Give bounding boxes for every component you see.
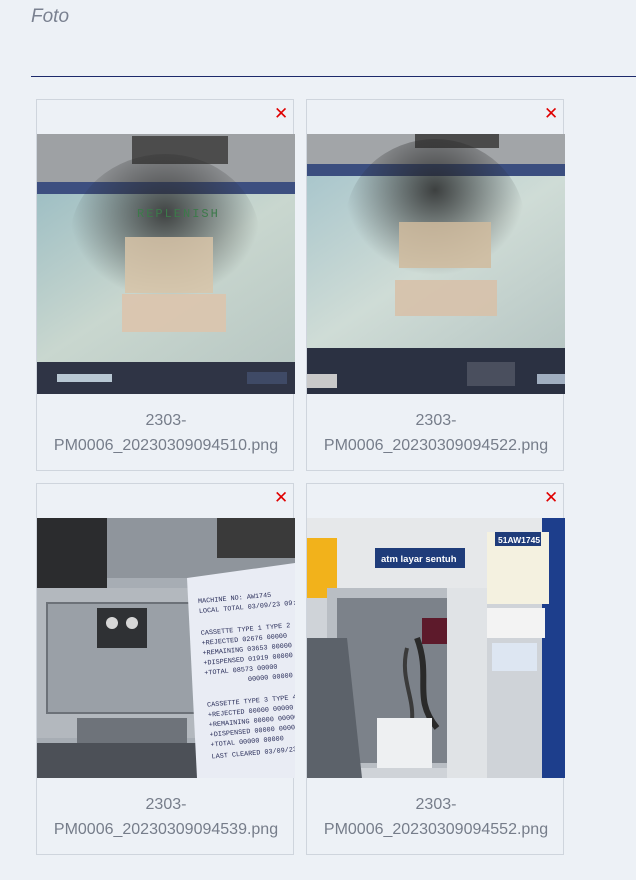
close-icon[interactable]: ✕ <box>544 488 558 508</box>
photo-card: ✕ MACHINE NO: AW1745 LOCAL TOTAL 03/09/2… <box>36 483 295 855</box>
remove-photo-button[interactable]: ✕ <box>544 104 558 124</box>
file-name-line-2: PM0006_20230309094552.png <box>323 821 549 838</box>
file-name: 2303- PM0006_20230309094510.png <box>37 408 295 458</box>
atm-screen-text: REPLENISH <box>137 207 220 221</box>
close-icon[interactable]: ✕ <box>274 104 288 124</box>
file-name-line-2: PM0006_20230309094522.png <box>323 437 549 454</box>
file-name-line-1: 2303- <box>145 796 187 813</box>
file-name-line-1: 2303- <box>415 796 457 813</box>
close-icon[interactable]: ✕ <box>274 488 288 508</box>
file-name: 2303- PM0006_20230309094552.png <box>307 792 565 842</box>
remove-photo-button[interactable]: ✕ <box>274 488 288 508</box>
file-name: 2303- PM0006_20230309094539.png <box>37 792 295 842</box>
remove-photo-button[interactable]: ✕ <box>544 488 558 508</box>
close-icon[interactable]: ✕ <box>544 104 558 124</box>
photo-card: ✕ 2303- PM0006_20230309094522.png <box>306 99 565 471</box>
remove-photo-button[interactable]: ✕ <box>274 104 288 124</box>
file-name-line-1: 2303- <box>145 412 187 429</box>
photo-thumbnail[interactable]: MACHINE NO: AW1745 LOCAL TOTAL 03/09/23 … <box>37 518 295 778</box>
photo-thumbnail[interactable]: atm layar sentuh 51AW1745 <box>307 518 565 778</box>
photo-card: ✕ REPLENISH 2303- PM0006_20230309094510.… <box>36 99 295 471</box>
photo-card: ✕ atm layar sentuh 51AW1745 2303- PM0006… <box>306 483 565 855</box>
file-name-line-1: 2303- <box>415 412 457 429</box>
file-name: 2303- PM0006_20230309094522.png <box>307 408 565 458</box>
photo-thumbnail[interactable] <box>307 134 565 394</box>
photo-thumbnail[interactable]: REPLENISH <box>37 134 295 394</box>
section-label: Foto <box>31 6 70 27</box>
file-name-line-2: PM0006_20230309094510.png <box>53 437 279 454</box>
file-name-line-2: PM0006_20230309094539.png <box>53 821 279 838</box>
atm-sign-text: atm layar sentuh <box>381 554 457 565</box>
machine-tag-text: 51AW1745 <box>498 535 540 545</box>
section-divider <box>31 76 636 77</box>
